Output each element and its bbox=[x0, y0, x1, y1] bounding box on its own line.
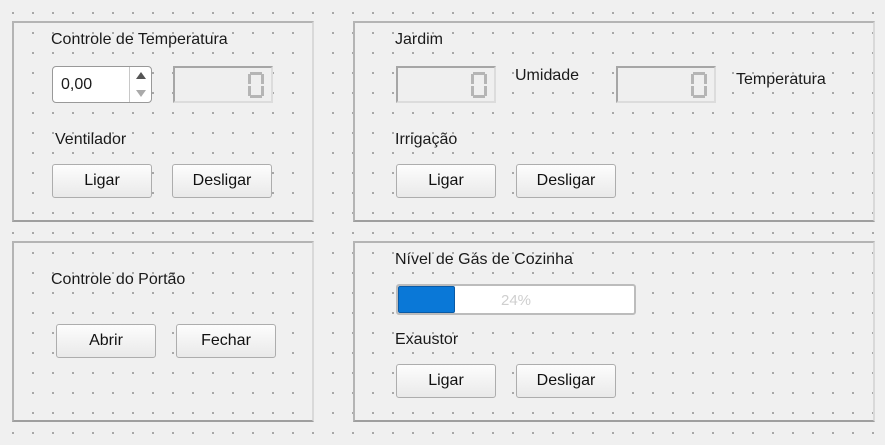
humidity-lcd-display: 0 bbox=[396, 66, 496, 103]
temperature-lcd-display: 0 bbox=[173, 66, 273, 103]
gas-group-title: Nível de Gás de Cozinha bbox=[395, 251, 573, 268]
garden-temperature-lcd-display: 0 bbox=[616, 66, 716, 103]
lcd-digit-icon bbox=[691, 72, 707, 98]
temperature-spinbox[interactable]: 0,00 bbox=[52, 66, 152, 103]
fan-label: Ventilador bbox=[55, 131, 127, 148]
lcd-digit-icon bbox=[471, 72, 487, 98]
humidity-label: Umidade bbox=[515, 67, 580, 84]
irrigation-off-button[interactable]: Desligar bbox=[516, 164, 616, 198]
exhaust-off-button[interactable]: Desligar bbox=[516, 364, 616, 398]
irrigation-label: Irrigação bbox=[395, 131, 458, 148]
exhaust-on-button[interactable]: Ligar bbox=[396, 364, 496, 398]
progress-text: 24% bbox=[500, 292, 532, 309]
fan-off-button[interactable]: Desligar bbox=[172, 164, 272, 198]
garden-group-title: Jardim bbox=[395, 31, 444, 48]
spin-down-icon[interactable] bbox=[130, 85, 151, 103]
gate-open-button[interactable]: Abrir bbox=[56, 324, 156, 358]
lcd-digit-icon bbox=[248, 72, 264, 98]
irrigation-on-button[interactable]: Ligar bbox=[396, 164, 496, 198]
temperature-group-title: Controle de Temperatura bbox=[51, 31, 228, 48]
garden-temperature-label: Temperatura bbox=[736, 71, 826, 88]
gate-close-button[interactable]: Fechar bbox=[176, 324, 276, 358]
spin-up-icon[interactable] bbox=[130, 67, 151, 85]
spinbox-arrows bbox=[129, 67, 151, 102]
fan-on-button[interactable]: Ligar bbox=[52, 164, 152, 198]
gate-group-title: Controle do Portão bbox=[51, 271, 186, 288]
gas-level-progress-bar: 24% bbox=[396, 284, 636, 315]
exhaust-label: Exaustor bbox=[395, 331, 459, 348]
temperature-spinbox-value[interactable]: 0,00 bbox=[61, 76, 92, 94]
